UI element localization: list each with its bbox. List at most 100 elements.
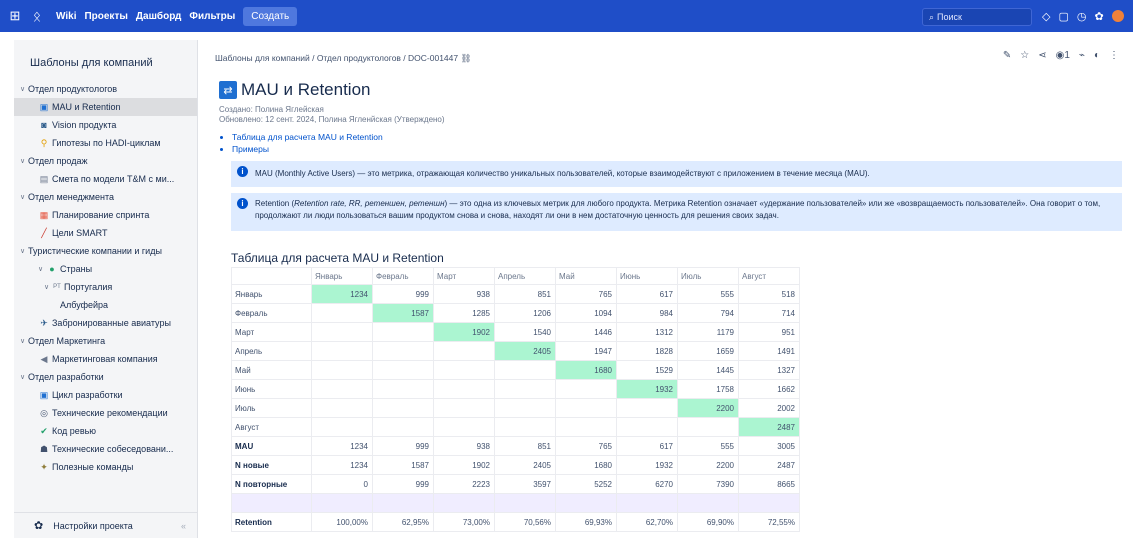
table-cell bbox=[677, 417, 739, 437]
table-cell: 72,55% bbox=[738, 512, 800, 532]
table-cell: 70,56% bbox=[494, 512, 556, 532]
sidebar-item[interactable]: ◀ Маркетинговая компания bbox=[14, 350, 197, 368]
project-settings-button[interactable]: ✿ Настройки проекта « bbox=[14, 512, 198, 538]
nav-wiki[interactable]: Wiki bbox=[56, 11, 76, 22]
table-cell: 555 bbox=[677, 284, 739, 304]
table-cell: 1206 bbox=[494, 303, 556, 323]
sidebar-item[interactable]: ∨ PT Португалия bbox=[14, 278, 197, 296]
info-panel-retention: i Retention (Retention rate, RR, ретенше… bbox=[231, 193, 1122, 231]
sidebar-item[interactable]: ✈ Забронированные авиатуры bbox=[14, 314, 197, 332]
star-icon[interactable]: ☆ bbox=[1020, 50, 1029, 61]
column-header: Август bbox=[738, 267, 800, 285]
table-cell: 2200 bbox=[677, 398, 739, 418]
sidebar-item[interactable]: ▦ Планирование спринта bbox=[14, 206, 197, 224]
table-cell: 999 bbox=[372, 284, 434, 304]
more-icon[interactable]: ⋮ bbox=[1109, 50, 1119, 61]
chevron-down-icon[interactable]: ∨ bbox=[20, 193, 28, 201]
breadcrumb-text[interactable]: Шаблоны для компаний / Отдел продуктолог… bbox=[215, 53, 458, 63]
nav-projects[interactable]: Проекты bbox=[84, 11, 127, 22]
chevron-down-icon[interactable]: ∨ bbox=[20, 157, 28, 165]
sidebar-item[interactable]: ∨ Отдел продаж bbox=[14, 152, 197, 170]
nav-dashboard[interactable]: Дашборд bbox=[136, 11, 182, 22]
sidebar-item[interactable]: ▣ Цикл разработки bbox=[14, 386, 197, 404]
table-cell: 851 bbox=[494, 436, 556, 456]
toc-link-table[interactable]: Таблица для расчета MAU и Retention bbox=[232, 131, 383, 143]
chevron-down-icon[interactable]: ∨ bbox=[38, 265, 46, 273]
chevron-down-icon[interactable]: ∨ bbox=[44, 283, 52, 291]
table-cell bbox=[372, 360, 434, 380]
table-cell: 3005 bbox=[738, 436, 800, 456]
sidebar-item[interactable]: ∨ Туристические компании и гиды bbox=[14, 242, 197, 260]
column-header: Апрель bbox=[494, 267, 556, 285]
table-cell: 62,95% bbox=[372, 512, 434, 532]
messages-icon[interactable]: ▢ bbox=[1058, 10, 1068, 23]
table-cell: 2002 bbox=[738, 398, 800, 418]
sidebar-item[interactable]: ✦ Полезные команды bbox=[14, 458, 197, 476]
sidebar-tree: ∨ Отдел продуктологов ▣ MAU и Retention ◙ Vis… bbox=[14, 80, 197, 476]
table-cell: 1327 bbox=[738, 360, 800, 380]
sidebar-item[interactable]: ▤ Смета по модели T&M с ми... bbox=[14, 170, 197, 188]
sidebar-item[interactable]: Албуфейра bbox=[14, 296, 197, 314]
collapse-sidebar-icon[interactable]: « bbox=[181, 521, 186, 531]
table-cell: 1932 bbox=[616, 455, 678, 475]
sidebar-item[interactable]: ☗ Технические собеседовани... bbox=[14, 440, 197, 458]
chevron-down-icon[interactable]: ∨ bbox=[20, 373, 28, 381]
table-cell: 1491 bbox=[738, 341, 800, 361]
table-cell: 1680 bbox=[555, 455, 617, 475]
sidebar-item[interactable]: ◎ Технические рекомендации bbox=[14, 404, 197, 422]
user-avatar[interactable] bbox=[1111, 10, 1124, 22]
logo-icon[interactable]: ᛟ bbox=[26, 0, 48, 32]
sidebar-item[interactable]: ∨ ● Страны bbox=[14, 260, 197, 278]
table-cell: 100,00% bbox=[311, 512, 373, 532]
history-icon[interactable]: ◷ bbox=[1077, 10, 1087, 23]
table-cell: 1445 bbox=[677, 360, 739, 380]
share-icon[interactable]: ⋖ bbox=[1038, 50, 1046, 61]
settings-gear-icon[interactable]: ✿ bbox=[1094, 10, 1103, 23]
toc-link-examples[interactable]: Примеры bbox=[232, 143, 383, 155]
nav-filters[interactable]: Фильтры bbox=[189, 11, 235, 22]
edit-icon[interactable]: ✎ bbox=[1003, 50, 1011, 61]
table-cell bbox=[555, 417, 617, 437]
table-cell: 2200 bbox=[677, 455, 739, 475]
table-cell: 1680 bbox=[555, 360, 617, 380]
chevron-down-icon[interactable]: ∨ bbox=[20, 337, 28, 345]
table-cell: 1828 bbox=[616, 341, 678, 361]
sidebar-item[interactable]: ▣ MAU и Retention bbox=[14, 98, 197, 116]
table-cell: 1446 bbox=[555, 322, 617, 342]
sidebar-item[interactable]: ∨ Отдел менеджмента bbox=[14, 188, 197, 206]
chevron-down-icon[interactable]: ∨ bbox=[20, 247, 28, 255]
sidebar-item-label: Полезные команды bbox=[52, 462, 134, 472]
sidebar-item[interactable]: ⚲ Гипотезы по HADI-циклам bbox=[14, 134, 197, 152]
sidebar-item-label: Отдел Маркетинга bbox=[28, 336, 106, 346]
sidebar-item[interactable]: ◙ Vision продукта bbox=[14, 116, 197, 134]
table-cell: 1758 bbox=[677, 379, 739, 399]
app-switcher-icon[interactable]: ⊞ bbox=[4, 0, 26, 32]
spacer-cell bbox=[311, 493, 373, 513]
export-icon[interactable]: ◐ bbox=[1094, 50, 1100, 61]
table-cell: 851 bbox=[494, 284, 556, 304]
sidebar-item-label: Vision продукта bbox=[52, 120, 117, 130]
sidebar-item[interactable]: ∨ Отдел Маркетинга bbox=[14, 332, 197, 350]
notifications-icon[interactable]: ◇ bbox=[1042, 10, 1050, 23]
sidebar-item[interactable]: ✔ Код ревью bbox=[14, 422, 197, 440]
table-cell: 1662 bbox=[738, 379, 800, 399]
watch-icon[interactable]: ◉1 bbox=[1056, 50, 1070, 61]
link-icon[interactable]: ⛓ bbox=[461, 53, 472, 63]
table-cell bbox=[311, 303, 373, 323]
breadcrumb[interactable]: Шаблоны для компаний / Отдел продуктолог… bbox=[215, 53, 471, 64]
page-icon: ◙ bbox=[41, 120, 47, 130]
sidebar-item[interactable]: ∨ Отдел продуктологов bbox=[14, 80, 197, 98]
table-cell: 69,90% bbox=[677, 512, 739, 532]
sidebar-item[interactable]: ╱ Цели SMART bbox=[14, 224, 197, 242]
page-icon: ✈ bbox=[40, 317, 48, 328]
create-button[interactable]: Создать bbox=[243, 6, 298, 26]
sidebar-item[interactable]: ∨ Отдел разработки bbox=[14, 368, 197, 386]
attachment-icon[interactable]: ⌁ bbox=[1079, 50, 1085, 61]
table-cell bbox=[616, 398, 678, 418]
chevron-down-icon[interactable]: ∨ bbox=[20, 85, 28, 93]
table-cell bbox=[494, 417, 556, 437]
row-label: N новые bbox=[231, 455, 312, 475]
table-row: N повторные 0 999 2223 3597 5252 6270 7390 8665 bbox=[231, 474, 800, 494]
row-label: N повторные bbox=[231, 474, 312, 494]
search-input[interactable]: ⌕ Поиск bbox=[922, 8, 1032, 26]
